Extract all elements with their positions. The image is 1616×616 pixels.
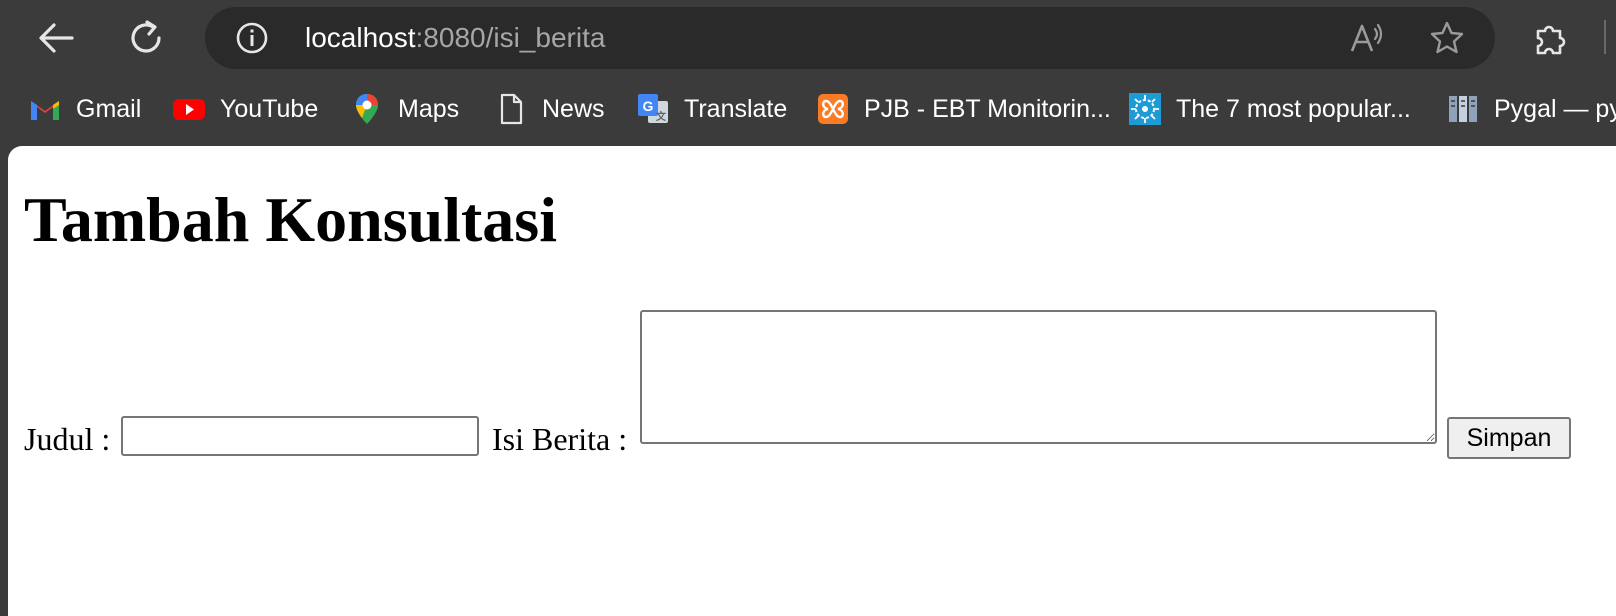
url-text[interactable]: localhost:8080/isi_berita — [305, 7, 605, 69]
xampp-icon — [818, 94, 848, 124]
bookmark-pygal[interactable]: Pygal — py — [1446, 89, 1616, 129]
bookmark-pjb-ebt[interactable]: PJB - EBT Monitorin... — [816, 89, 1111, 129]
read-aloud-icon — [1350, 23, 1383, 52]
page-content: Tambah Konsultasi Judul : Isi Berita : S… — [8, 146, 1616, 616]
bookmark-gmail[interactable]: Gmail — [28, 89, 141, 129]
back-arrow-icon — [39, 23, 74, 53]
read-aloud-button[interactable] — [1349, 21, 1385, 55]
maps-icon — [356, 94, 378, 124]
isi-berita-label: Isi Berita : — [492, 421, 628, 457]
bookmark-label: Maps — [398, 94, 460, 123]
bookmark-label: News — [542, 94, 605, 123]
page-icon — [500, 93, 523, 125]
bookmark-label: YouTube — [220, 94, 319, 123]
extensions-button[interactable] — [1525, 12, 1577, 64]
bookmark-label: PJB - EBT Monitorin... — [864, 94, 1111, 123]
judul-label: Judul : — [24, 421, 111, 457]
url-host: localhost — [305, 22, 416, 53]
pygal-icon — [1449, 96, 1477, 122]
reload-icon — [131, 20, 161, 53]
bookmark-youtube[interactable]: YouTube — [172, 89, 318, 129]
puzzle-icon — [1536, 25, 1566, 55]
bookmarks-bar: Gmail YouTube Maps News G 文 Translate PJ… — [0, 76, 1616, 142]
info-icon — [236, 22, 268, 54]
star-icon — [1430, 21, 1464, 54]
translate-icon: G 文 — [638, 94, 668, 123]
bookmark-maps[interactable]: Maps — [350, 89, 459, 129]
svg-text:G: G — [643, 98, 654, 114]
bookmark-label: Translate — [684, 94, 788, 123]
youtube-icon — [173, 99, 205, 120]
bookmark-label: The 7 most popular... — [1176, 94, 1411, 123]
gmail-icon — [31, 101, 59, 120]
svg-text:文: 文 — [656, 110, 667, 123]
simpan-button[interactable]: Simpan — [1447, 417, 1571, 459]
reload-button[interactable] — [120, 12, 172, 64]
site-info-button[interactable] — [235, 21, 269, 55]
address-bar[interactable]: localhost:8080/isi_berita — [205, 7, 1495, 69]
page-title: Tambah Konsultasi — [24, 184, 557, 255]
toolbar-divider — [1604, 20, 1606, 54]
bookmark-news[interactable]: News — [494, 89, 605, 129]
favorite-button[interactable] — [1429, 21, 1465, 55]
bookmark-label: Pygal — py — [1494, 94, 1616, 123]
bookmark-7-most-popular[interactable]: The 7 most popular... — [1128, 89, 1411, 129]
bookmark-translate[interactable]: G 文 Translate — [636, 89, 787, 129]
bookmark-label: Gmail — [76, 94, 142, 123]
judul-input[interactable] — [121, 416, 479, 456]
site-icon — [1129, 93, 1161, 125]
isi-berita-textarea[interactable] — [640, 310, 1437, 444]
url-path: :8080/isi_berita — [415, 22, 606, 53]
back-button[interactable] — [30, 12, 82, 64]
browser-toolbar: localhost:8080/isi_berita — [0, 0, 1616, 76]
